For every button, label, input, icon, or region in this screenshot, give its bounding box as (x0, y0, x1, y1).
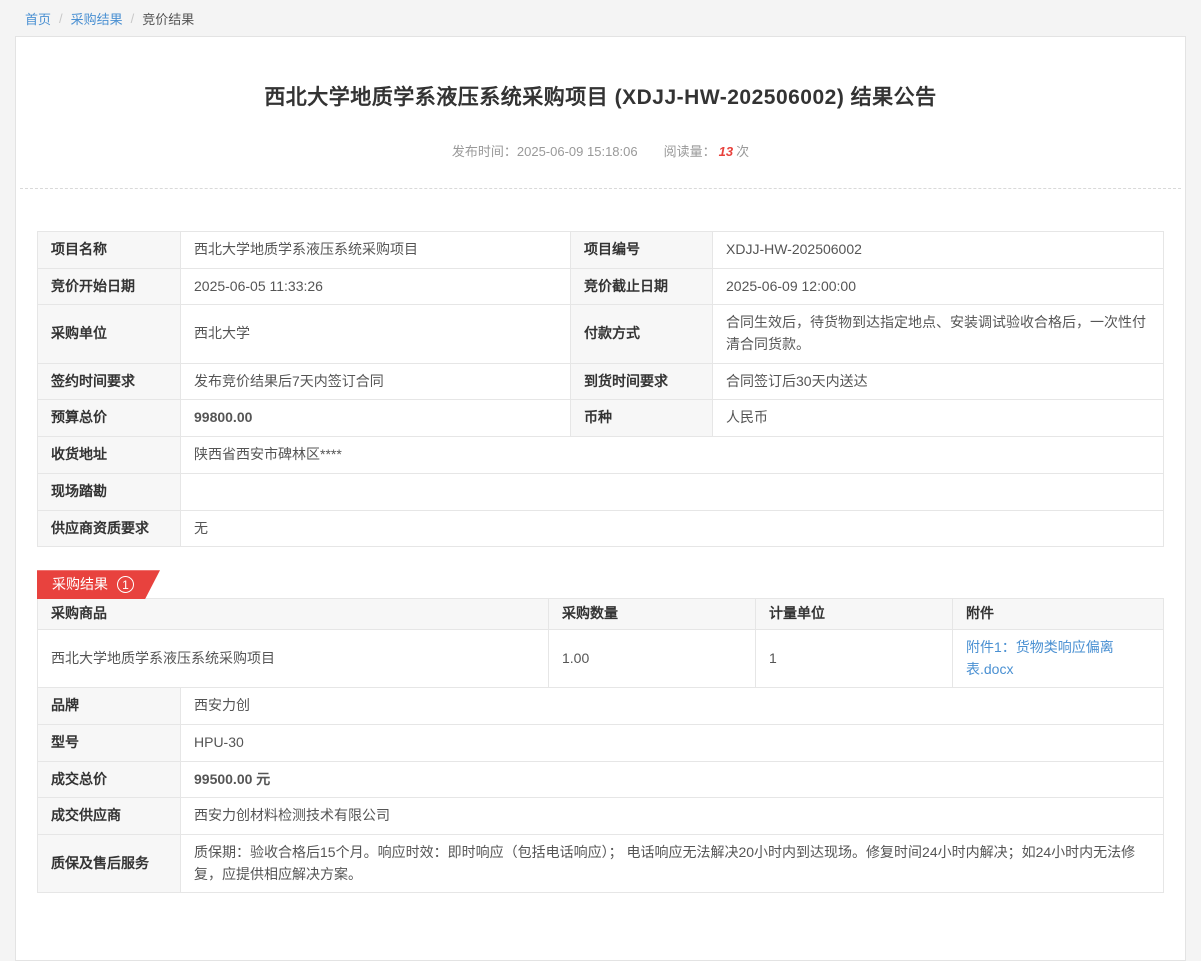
field-label: 项目编号 (571, 232, 713, 269)
field-label: 竞价截止日期 (571, 268, 713, 305)
column-header-product: 采购商品 (38, 599, 549, 630)
table-row: 签约时间要求 发布竞价结果后7天内签订合同 到货时间要求 合同签订后30天内送达 (38, 363, 1164, 400)
result-section-badge: 采购结果 1 (37, 570, 160, 599)
field-label: 成交供应商 (38, 798, 181, 835)
field-value: 西北大学 (181, 305, 571, 363)
table-row: 采购单位 西北大学 付款方式 合同生效后，待货物到达指定地点、安装调试验收合格后… (38, 305, 1164, 363)
field-label: 收货地址 (38, 437, 181, 474)
read-count-label: 阅读量： (664, 144, 716, 159)
field-value: 2025-06-09 12:00:00 (713, 268, 1164, 305)
column-header-unit: 计量单位 (756, 599, 953, 630)
field-label: 币种 (571, 400, 713, 437)
result-count-badge: 1 (117, 576, 134, 593)
winning-supplier-value: 西安力创材料检测技术有限公司 (181, 798, 1164, 835)
table-row: 质保及售后服务 质保期：验收合格后15个月。响应时效：即时响应（包括电话响应）；… (38, 835, 1164, 893)
field-value (181, 473, 1164, 510)
table-row: 品牌 西安力创 (38, 688, 1164, 725)
field-value: 2025-06-05 11:33:26 (181, 268, 571, 305)
field-label: 签约时间要求 (38, 363, 181, 400)
table-row: 型号 HPU-30 (38, 724, 1164, 761)
publish-time-label: 发布时间： (452, 144, 517, 159)
field-label: 付款方式 (571, 305, 713, 363)
field-value: 陕西省西安市碑林区**** (181, 437, 1164, 474)
product-row: 西北大学地质学系液压系统采购项目 1.00 1 附件1：货物类响应偏离表.doc… (38, 629, 1164, 687)
product-unit: 1 (756, 629, 953, 687)
product-name: 西北大学地质学系液压系统采购项目 (38, 629, 549, 687)
model-value: HPU-30 (181, 724, 1164, 761)
breadcrumb-separator: / (59, 11, 63, 26)
attachment-link[interactable]: 附件1：货物类响应偏离表.docx (966, 639, 1114, 677)
publish-time-value: 2025-06-09 15:18:06 (517, 144, 638, 159)
read-count-value: 13 (719, 144, 733, 159)
field-label: 项目名称 (38, 232, 181, 269)
table-row: 项目名称 西北大学地质学系液压系统采购项目 项目编号 XDJJ-HW-20250… (38, 232, 1164, 269)
table-row: 成交总价 99500.00 元 (38, 761, 1164, 798)
budget-total-value: 99800.00 (181, 400, 571, 437)
table-row: 供应商资质要求 无 (38, 510, 1164, 547)
field-label: 质保及售后服务 (38, 835, 181, 893)
table-row: 预算总价 99800.00 币种 人民币 (38, 400, 1164, 437)
field-label: 采购单位 (38, 305, 181, 363)
brand-value: 西安力创 (181, 688, 1164, 725)
field-label: 品牌 (38, 688, 181, 725)
project-info-table: 项目名称 西北大学地质学系液压系统采购项目 项目编号 XDJJ-HW-20250… (37, 231, 1164, 547)
table-row: 收货地址 陕西省西安市碑林区**** (38, 437, 1164, 474)
table-header-row: 采购商品 采购数量 计量单位 附件 (38, 599, 1164, 630)
breadcrumb: 首页 / 采购结果 / 竞价结果 (0, 0, 1201, 36)
product-quantity: 1.00 (549, 629, 756, 687)
field-value: XDJJ-HW-202506002 (713, 232, 1164, 269)
breadcrumb-current-page: 竞价结果 (142, 9, 194, 28)
table-row: 现场踏勘 (38, 473, 1164, 510)
field-value: 发布竞价结果后7天内签订合同 (181, 363, 571, 400)
field-label: 型号 (38, 724, 181, 761)
announcement-card: 西北大学地质学系液压系统采购项目 (XDJJ-HW-202506002) 结果公… (15, 36, 1186, 961)
breadcrumb-separator: / (131, 11, 135, 26)
deal-total-price-value: 99500.00 元 (181, 761, 1164, 798)
field-label: 预算总价 (38, 400, 181, 437)
result-badge-label: 采购结果 (52, 574, 108, 594)
field-label: 供应商资质要求 (38, 510, 181, 547)
field-value: 西北大学地质学系液压系统采购项目 (181, 232, 571, 269)
page-title: 西北大学地质学系液压系统采购项目 (XDJJ-HW-202506002) 结果公… (76, 81, 1125, 111)
column-header-attachment: 附件 (953, 599, 1164, 630)
divider (20, 188, 1181, 189)
breadcrumb-home-link[interactable]: 首页 (25, 9, 51, 28)
field-label: 成交总价 (38, 761, 181, 798)
field-label: 竞价开始日期 (38, 268, 181, 305)
warranty-service-value: 质保期：验收合格后15个月。响应时效：即时响应（包括电话响应）； 电话响应无法解… (181, 835, 1164, 893)
field-value: 无 (181, 510, 1164, 547)
read-count-unit: 次 (736, 144, 749, 159)
field-value: 人民币 (713, 400, 1164, 437)
table-row: 竞价开始日期 2025-06-05 11:33:26 竞价截止日期 2025-0… (38, 268, 1164, 305)
field-label: 到货时间要求 (571, 363, 713, 400)
column-header-quantity: 采购数量 (549, 599, 756, 630)
table-row: 成交供应商 西安力创材料检测技术有限公司 (38, 798, 1164, 835)
field-value: 合同生效后，待货物到达指定地点、安装调试验收合格后，一次性付清合同货款。 (713, 305, 1164, 363)
breadcrumb-procurement-results-link[interactable]: 采购结果 (71, 9, 123, 28)
publish-meta: 发布时间：2025-06-09 15:18:06 阅读量：13次 (16, 141, 1185, 160)
field-label: 现场踏勘 (38, 473, 181, 510)
field-value: 合同签订后30天内送达 (713, 363, 1164, 400)
procurement-result-table: 采购商品 采购数量 计量单位 附件 西北大学地质学系液压系统采购项目 1.00 … (37, 598, 1164, 893)
